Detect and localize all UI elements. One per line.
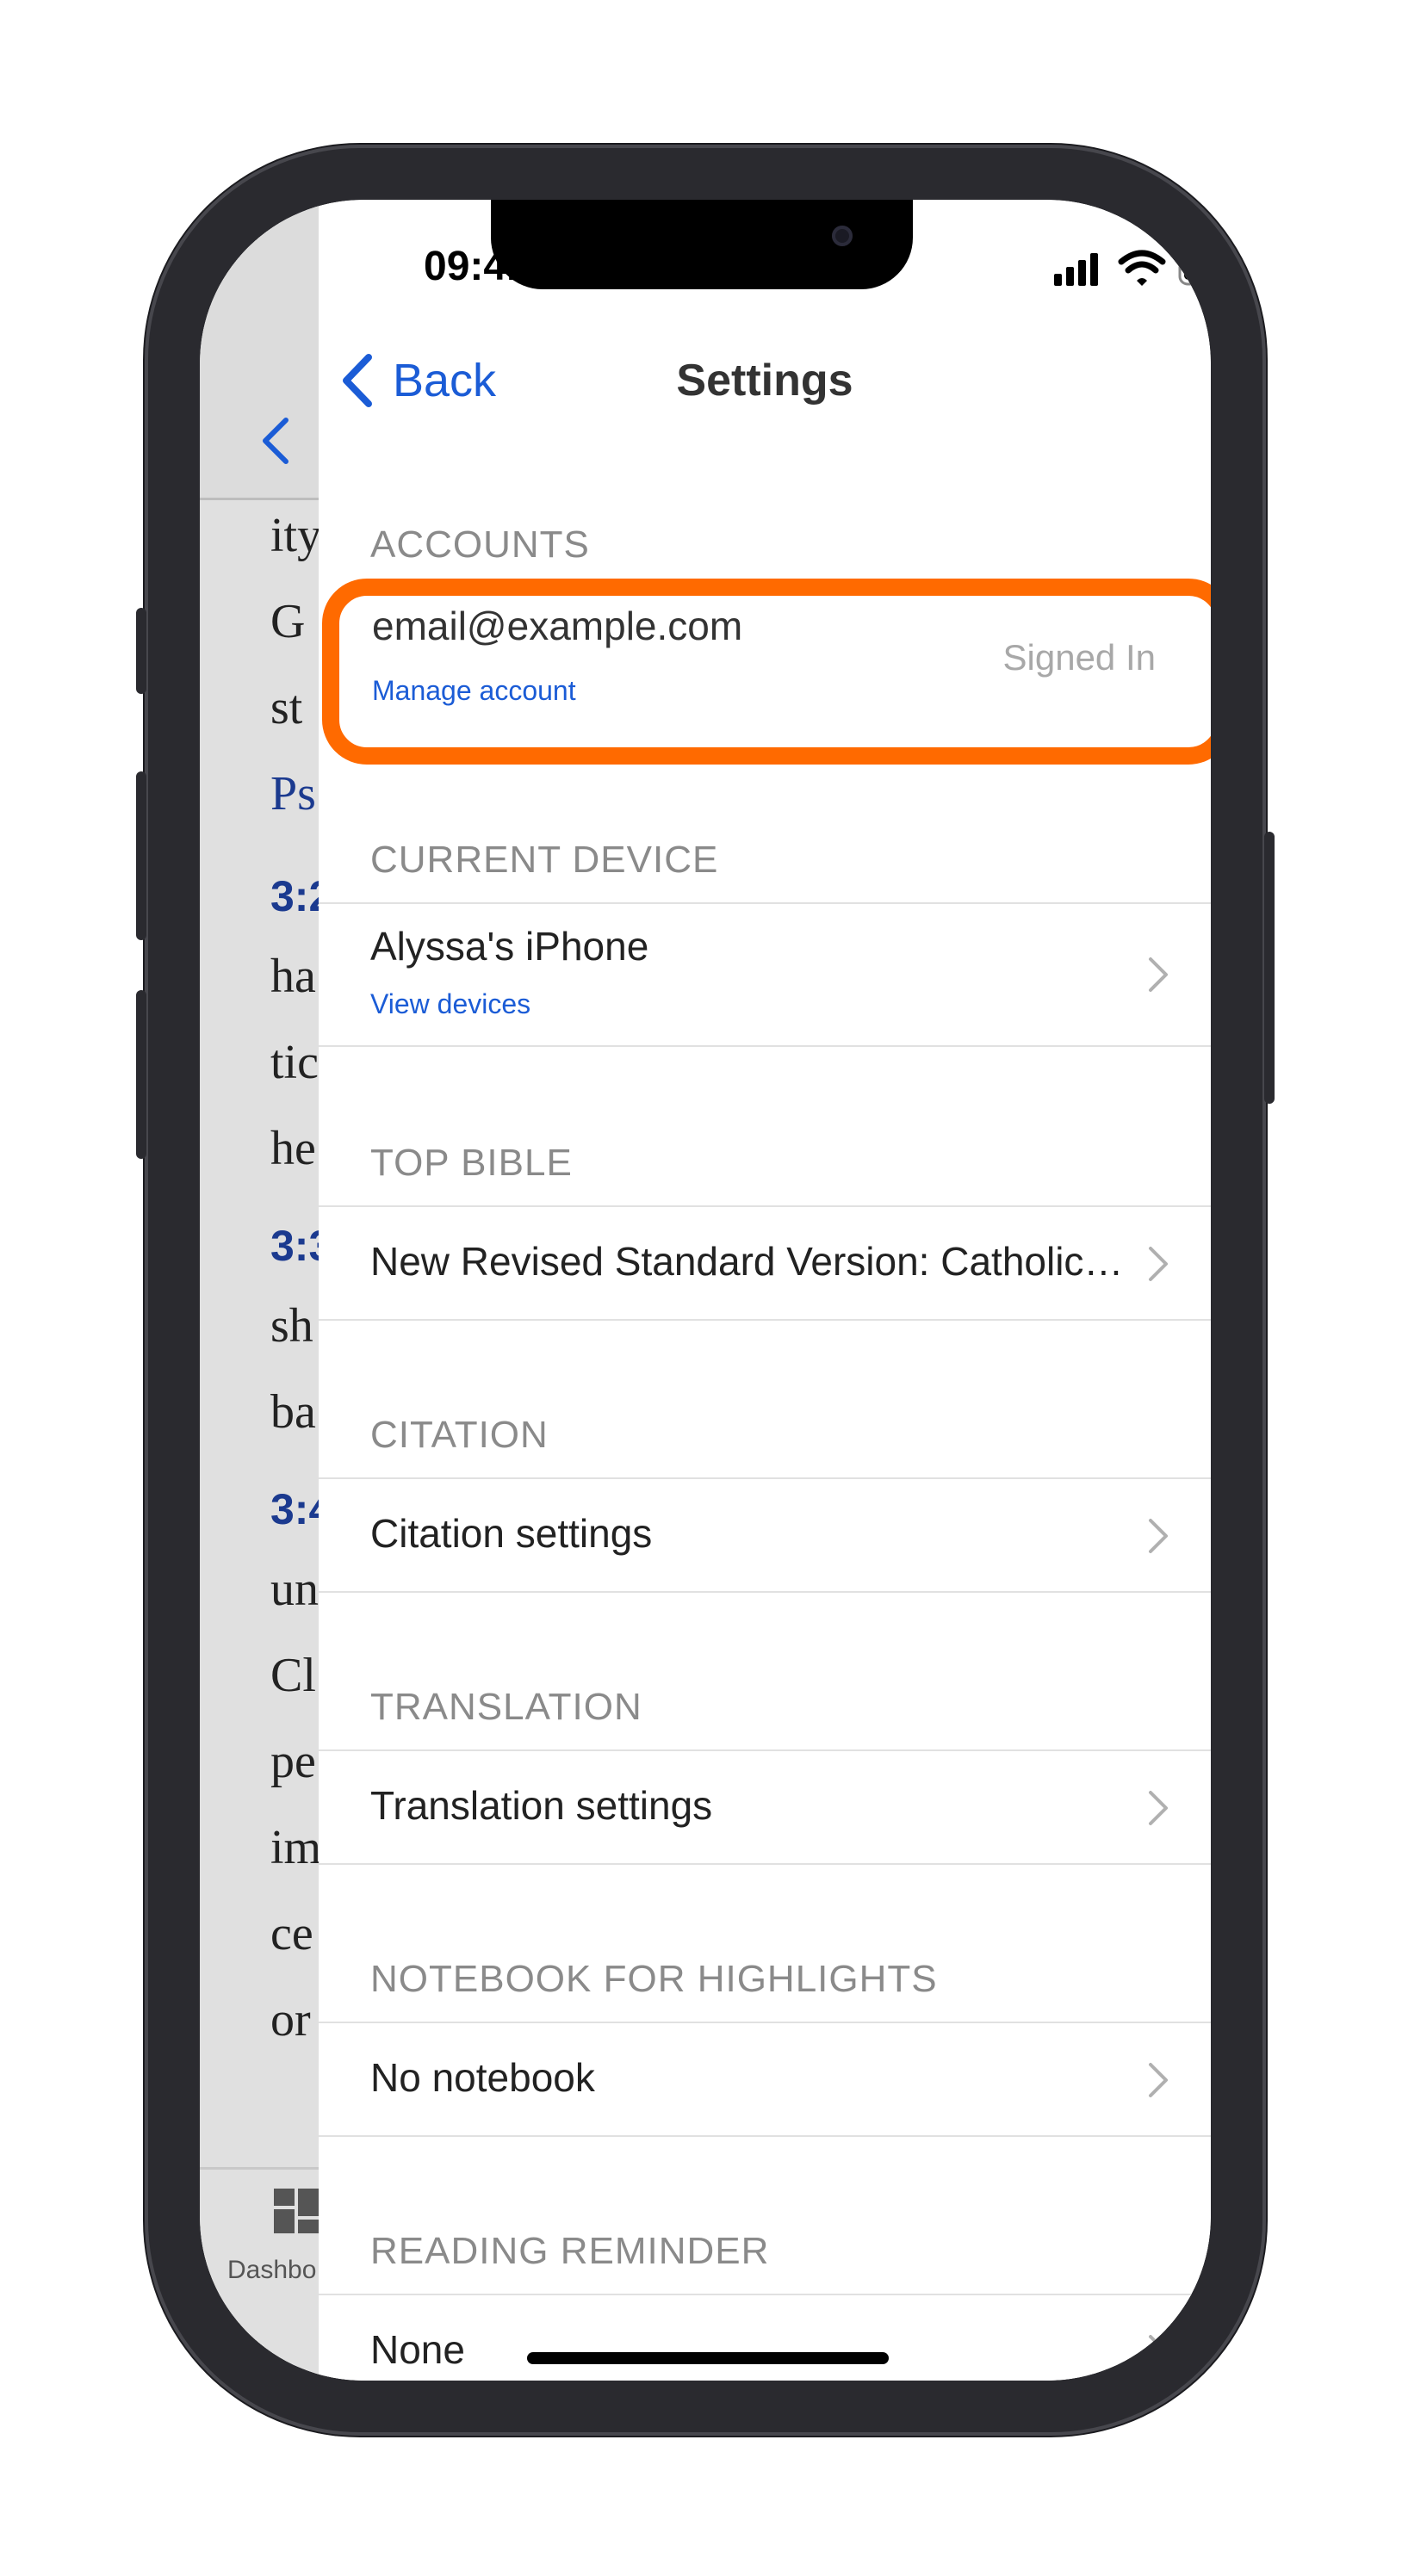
reader-text: or	[270, 1993, 311, 2047]
battery-icon	[1178, 251, 1211, 286]
top-bible-row[interactable]: New Revised Standard Version: Catholic…	[319, 1205, 1211, 1321]
chevron-right-icon	[1149, 957, 1168, 992]
chevron-right-icon	[1149, 1791, 1168, 1825]
manage-account-link[interactable]: Manage account	[372, 675, 576, 707]
home-indicator[interactable]	[527, 2352, 889, 2364]
notebook-row[interactable]: No notebook	[319, 2022, 1211, 2137]
reader-back-chevron-icon[interactable]	[258, 415, 293, 467]
citation-row[interactable]: Citation settings	[319, 1477, 1211, 1593]
settings-panel: 09:41 Back Settings ACCOUNTS email@examp…	[319, 200, 1211, 2381]
current-device-row[interactable]: Alyssa's iPhone View devices	[319, 902, 1211, 1047]
dashboard-tab-label[interactable]: Dashbo	[227, 2256, 316, 2285]
reader-text: un	[270, 1563, 319, 1616]
dashboard-icon[interactable]	[272, 2187, 319, 2235]
reader-link[interactable]: Ps	[270, 766, 316, 821]
view-devices-link[interactable]: View devices	[370, 988, 530, 1020]
top-bible-value: New Revised Standard Version: Catholic…	[370, 1239, 1124, 1284]
citation-value: Citation settings	[370, 1511, 653, 1556]
camera-notch	[491, 200, 913, 289]
section-header-translation: TRANSLATION	[370, 1686, 642, 1728]
reader-text: ha	[270, 950, 316, 1003]
device-name: Alyssa's iPhone	[370, 924, 649, 969]
section-header-current-device: CURRENT DEVICE	[370, 839, 719, 881]
phone-screen: ity G st Ps 3:2 ha tic he 3:3 sh ba 3:4 …	[200, 200, 1211, 2381]
reader-verse-number: 3:2	[270, 872, 319, 920]
status-icons	[1054, 250, 1211, 286]
chevron-right-icon	[1149, 2335, 1168, 2369]
account-row[interactable]: email@example.com Manage account Signed …	[319, 582, 1211, 728]
chevron-right-icon	[1149, 1247, 1168, 1281]
reader-text: sh	[270, 1299, 313, 1353]
reader-text: G	[270, 595, 306, 648]
reader-text: ity	[270, 509, 319, 562]
reader-verse-number: 3:4	[270, 1485, 319, 1533]
chevron-right-icon	[1149, 1519, 1168, 1553]
cellular-signal-icon	[1054, 253, 1098, 286]
reading-reminder-value: None	[370, 2327, 465, 2372]
reader-text: st	[270, 681, 303, 734]
power-button	[1264, 832, 1275, 1104]
section-header-top-bible: TOP BIBLE	[370, 1142, 573, 1184]
translation-value: Translation settings	[370, 1783, 713, 1828]
background-reader-view: ity G st Ps 3:2 ha tic he 3:3 sh ba 3:4 …	[200, 200, 319, 2381]
front-camera-icon	[832, 226, 853, 246]
account-email: email@example.com	[372, 604, 743, 648]
wifi-icon	[1118, 250, 1166, 286]
section-header-accounts: ACCOUNTS	[370, 523, 590, 566]
notebook-value: No notebook	[370, 2055, 595, 2100]
reader-text: tic	[270, 1036, 319, 1089]
reader-text: Cl	[270, 1649, 316, 1702]
page-title: Settings	[676, 356, 853, 406]
chevron-right-icon	[1149, 2063, 1168, 2097]
reading-reminder-row[interactable]: None	[319, 2294, 1211, 2381]
screen-content: ity G st Ps 3:2 ha tic he 3:3 sh ba 3:4 …	[200, 200, 1211, 2381]
reader-text: ce	[270, 1907, 313, 1960]
silent-switch	[136, 608, 146, 694]
reader-text: im	[270, 1821, 319, 1874]
translation-row[interactable]: Translation settings	[319, 1749, 1211, 1865]
reader-text: he	[270, 1122, 316, 1175]
navigation-bar: Back Settings	[319, 337, 1211, 424]
reader-text: ba	[270, 1385, 316, 1439]
section-header-reading-reminder: READING REMINDER	[370, 2230, 770, 2272]
section-header-citation: CITATION	[370, 1414, 549, 1456]
account-status: Signed In	[1002, 637, 1156, 678]
reader-verse-number: 3:3	[270, 1222, 319, 1270]
volume-down-button	[136, 990, 146, 1159]
section-header-notebook: NOTEBOOK FOR HIGHLIGHTS	[370, 1958, 938, 2000]
volume-up-button	[136, 771, 146, 940]
reader-text: pe	[270, 1735, 316, 1788]
